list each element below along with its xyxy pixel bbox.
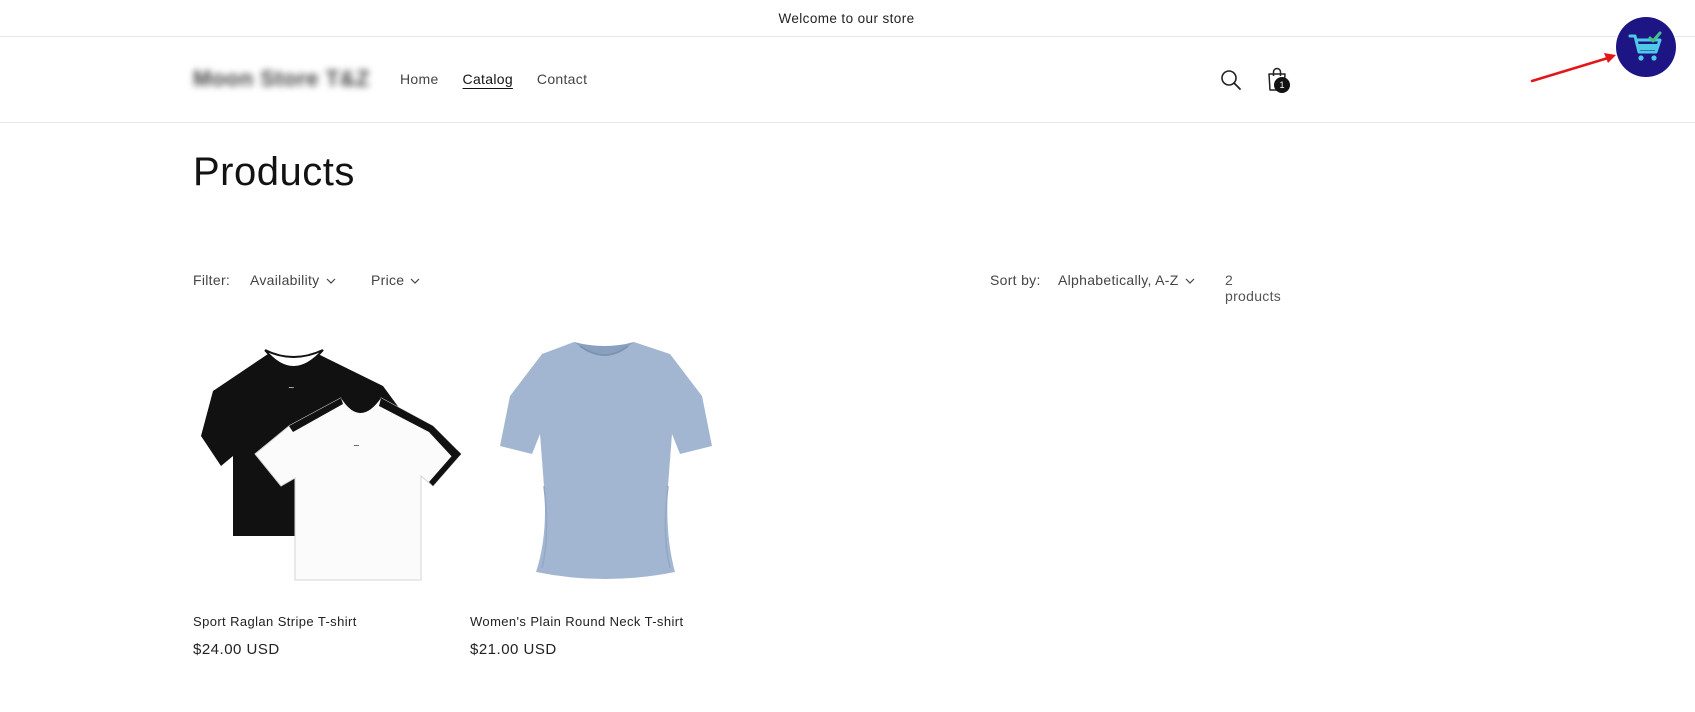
price-filter-label: Price	[371, 272, 405, 288]
product-card[interactable]: ~ ~ Sport Raglan Stripe T-shirt $24.00 U…	[193, 336, 463, 658]
search-button[interactable]	[1218, 67, 1244, 93]
product-image[interactable]: ~ ~	[193, 336, 463, 606]
svg-text:~: ~	[288, 383, 295, 392]
cart-check-icon	[1628, 31, 1662, 61]
nav-contact-link[interactable]: Contact	[537, 71, 587, 87]
chevron-down-icon	[410, 278, 420, 284]
announcement-text: Welcome to our store	[778, 10, 915, 26]
announcement-bar: Welcome to our store	[0, 0, 1695, 37]
main-nav: Home Catalog Contact	[400, 71, 611, 87]
product-price: $24.00 USD	[193, 641, 280, 658]
product-image[interactable]	[470, 336, 740, 606]
availability-filter[interactable]: Availability	[250, 272, 336, 288]
product-count: 2 products	[1225, 272, 1282, 304]
sort-label: Sort by:	[990, 272, 1041, 288]
sort-select[interactable]: Alphabetically, A-Z	[1058, 272, 1195, 288]
availability-filter-label: Availability	[250, 272, 320, 288]
chevron-down-icon	[1185, 278, 1195, 284]
product-card[interactable]: Women's Plain Round Neck T-shirt $21.00 …	[470, 336, 740, 658]
store-logo[interactable]: Moon Store T&Z	[193, 66, 370, 92]
chevron-down-icon	[326, 278, 335, 284]
product-price: $21.00 USD	[470, 641, 557, 658]
filter-label: Filter:	[193, 272, 231, 288]
facets-bar: Filter: Availability Price Sort by: Alph…	[193, 272, 1293, 304]
svg-text:~: ~	[353, 441, 360, 450]
floating-cart-widget[interactable]	[1616, 17, 1676, 77]
nav-home-link[interactable]: Home	[400, 71, 439, 87]
product-name[interactable]: Sport Raglan Stripe T-shirt	[193, 614, 357, 629]
product-name[interactable]: Women's Plain Round Neck T-shirt	[470, 614, 684, 629]
nav-catalog-link[interactable]: Catalog	[463, 71, 513, 87]
annotation-arrow-icon	[1530, 53, 1616, 83]
sort-value: Alphabetically, A-Z	[1058, 272, 1179, 288]
page-title: Products	[193, 150, 355, 194]
site-header: Moon Store T&Z Home Catalog Contact 1	[0, 37, 1695, 123]
price-filter[interactable]: Price	[371, 272, 420, 288]
search-icon	[1221, 70, 1241, 90]
cart-count-badge: 1	[1274, 77, 1290, 93]
